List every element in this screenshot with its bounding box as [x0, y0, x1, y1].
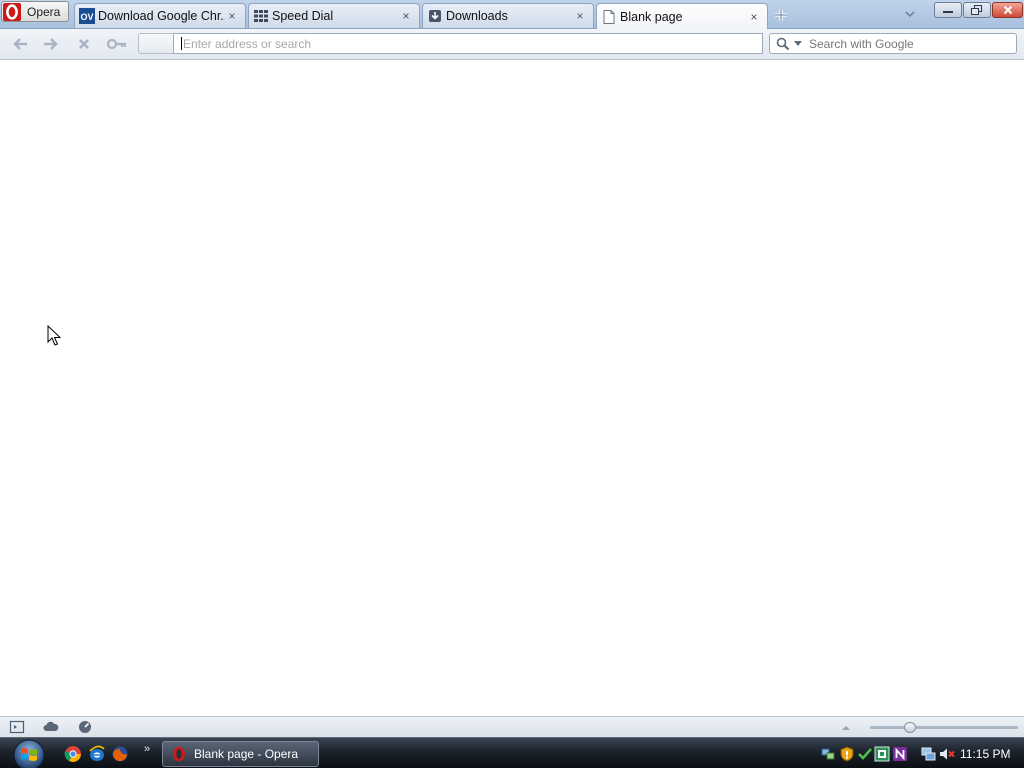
forward-arrow-icon: [44, 38, 58, 50]
tab-label: Downloads: [446, 9, 508, 23]
blank-page-content: [0, 61, 1024, 716]
blank-page-icon: [603, 9, 615, 24]
minimize-icon: [943, 11, 953, 13]
tab-list-chevron-down-icon[interactable]: [903, 8, 917, 20]
forward-button[interactable]: [41, 35, 61, 53]
opera-logo-icon: [173, 746, 185, 762]
system-tray: 11:15 PM: [817, 739, 1024, 768]
tab-label: Blank page: [620, 9, 683, 24]
tab-label: Speed Dial: [272, 9, 334, 23]
opera-turbo-gauge-icon[interactable]: [77, 720, 93, 734]
address-field[interactable]: [173, 33, 763, 54]
new-tab-plus-icon[interactable]: [772, 6, 790, 24]
antivirus-check-tray-icon[interactable]: [857, 746, 873, 762]
tab-label: Download Google Chr...: [98, 9, 225, 23]
tab-close-icon[interactable]: ×: [225, 9, 239, 23]
network-sharing-tray-icon[interactable]: [820, 746, 836, 762]
zoom-slider-thumb[interactable]: [904, 722, 916, 733]
internet-explorer-quicklaunch-icon[interactable]: [88, 745, 106, 763]
tab-close-icon[interactable]: ×: [747, 10, 761, 24]
firefox-quicklaunch-icon[interactable]: [111, 745, 129, 763]
zoom-slider-track[interactable]: [870, 726, 1018, 729]
search-field[interactable]: [769, 33, 1017, 54]
close-window-button[interactable]: [992, 2, 1023, 18]
tab-speed-dial[interactable]: Speed Dial ×: [248, 3, 420, 28]
minimize-button[interactable]: [934, 2, 962, 18]
restore-button[interactable]: [963, 2, 991, 18]
address-badge[interactable]: [138, 33, 174, 54]
restore-icon: [971, 5, 982, 15]
opera-menu-button[interactable]: Opera: [1, 1, 69, 22]
mouse-pointer-icon: [47, 325, 61, 346]
taskbar-button-opera[interactable]: Blank page - Opera: [162, 741, 319, 767]
ov-favicon-icon: OV: [79, 8, 95, 24]
search-icon: [776, 37, 790, 50]
stop-x-icon: [79, 39, 89, 49]
opera-menu-label: Opera: [27, 4, 61, 19]
svg-text:OV: OV: [81, 12, 94, 22]
app-grid-tray-icon[interactable]: [874, 746, 890, 762]
back-button[interactable]: [10, 35, 30, 53]
windows-taskbar: » Blank page - Opera 11:15 PM: [0, 737, 1024, 768]
tab-close-icon[interactable]: ×: [399, 9, 413, 23]
tab-blank-page[interactable]: Blank page ×: [596, 3, 768, 29]
text-caret: [181, 37, 182, 50]
taskbar-button-label: Blank page - Opera: [194, 747, 299, 761]
tab-download-google-chrome[interactable]: OV Download Google Chr... ×: [74, 3, 246, 28]
tab-bar: Opera OV Download Google Chr... × Speed …: [0, 0, 1024, 29]
wand-button[interactable]: [105, 35, 129, 53]
status-bar: [0, 716, 1024, 737]
security-shield-tray-icon[interactable]: [839, 746, 855, 762]
chrome-quicklaunch-icon[interactable]: [64, 745, 82, 763]
opera-unite-cloud-icon[interactable]: [43, 720, 59, 734]
panel-toggle-icon[interactable]: [9, 720, 25, 734]
downloads-icon: [429, 10, 441, 22]
opera-logo-icon: [3, 2, 21, 21]
search-input[interactable]: [809, 36, 1009, 51]
network-connection-tray-icon[interactable]: [921, 746, 937, 762]
system-clock[interactable]: 11:15 PM: [960, 747, 1010, 761]
address-input[interactable]: [183, 36, 762, 51]
search-engine-dropdown-icon[interactable]: [794, 40, 802, 47]
windows-start-orb-icon[interactable]: [8, 739, 50, 768]
close-icon: [1003, 5, 1012, 15]
stop-button[interactable]: [74, 35, 94, 53]
tab-downloads[interactable]: Downloads ×: [422, 3, 594, 28]
wand-key-icon: [106, 38, 127, 50]
address-bar-toolbar: [0, 29, 1024, 60]
onenote-tray-icon[interactable]: [892, 746, 908, 762]
back-arrow-icon: [13, 38, 27, 50]
speed-dial-grid-icon: [254, 10, 268, 22]
tab-close-icon[interactable]: ×: [573, 9, 587, 23]
view-chevron-up-icon[interactable]: [840, 720, 852, 734]
volume-muted-tray-icon[interactable]: [939, 746, 955, 762]
quicklaunch-overflow-chevron[interactable]: »: [144, 743, 150, 755]
